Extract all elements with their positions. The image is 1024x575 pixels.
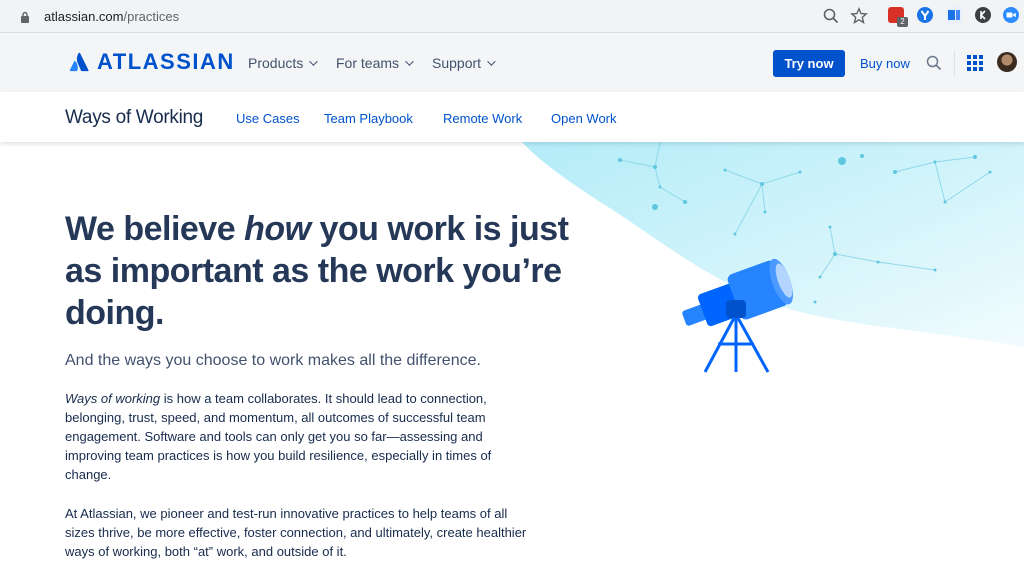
app-switcher-icon[interactable] (967, 55, 983, 71)
nav-for-teams[interactable]: For teams (336, 55, 414, 71)
hero-heading-emphasis: how (244, 210, 311, 248)
user-avatar[interactable] (997, 52, 1017, 72)
subnav-open-work[interactable]: Open Work (551, 111, 617, 126)
section-title[interactable]: Ways of Working (65, 107, 203, 129)
chevron-down-icon (309, 57, 318, 66)
zoom-icon[interactable] (822, 7, 840, 25)
mission-paragraph: At Atlassian, we pioneer and test-run in… (65, 506, 527, 559)
hero-heading-part1: We believe (65, 210, 245, 248)
browser-toolbar: atlassian.com/practices 2 (0, 0, 1024, 33)
intro-paragraph-emphasis: Ways of working (65, 391, 161, 406)
zoom-video-extension-icon[interactable] (1003, 7, 1019, 23)
bookmark-star-icon[interactable] (850, 7, 868, 25)
k-extension-icon[interactable] (975, 7, 991, 23)
hero-heading: We believe how you work is just as impor… (65, 208, 585, 334)
nav-support-label: Support (432, 55, 482, 71)
nav-products-label: Products (248, 55, 304, 71)
buy-now-link[interactable]: Buy now (860, 56, 910, 71)
nav-support[interactable]: Support (432, 55, 496, 71)
extension-badge: 2 (897, 17, 908, 27)
telescope-icon (682, 258, 794, 373)
nav-products[interactable]: Products (248, 55, 318, 71)
nav-for-teams-label: For teams (336, 55, 400, 71)
header-divider (954, 50, 955, 76)
address-bar[interactable]: atlassian.com/practices (6, 4, 876, 29)
url-path: /practices (123, 9, 180, 24)
subnav-team-playbook[interactable]: Team Playbook (324, 111, 413, 126)
atlassian-mark-icon (69, 52, 89, 72)
url-text: atlassian.com/practices (44, 9, 179, 24)
logo-text: ATLASSIAN (97, 49, 235, 74)
chevron-down-icon (405, 57, 414, 66)
chevron-down-icon (487, 57, 496, 66)
subnav-remote-work[interactable]: Remote Work (443, 111, 522, 126)
atlassian-logo[interactable]: ATLASSIAN (69, 49, 235, 74)
sky-shape (522, 142, 1024, 347)
hero-subheading: And the ways you choose to work makes al… (65, 352, 481, 369)
y-extension-icon[interactable] (917, 7, 933, 23)
subnav-use-cases[interactable]: Use Cases (236, 111, 300, 126)
bk-extension-icon[interactable] (946, 7, 962, 23)
sub-navigation: Ways of Working Use Cases Team Playbook … (0, 92, 1024, 142)
lock-icon (21, 11, 29, 23)
url-domain: atlassian.com (44, 9, 124, 24)
site-header: ATLASSIAN Products For teams Support Try… (0, 33, 1024, 92)
intro-paragraph: Ways of working is how a team collaborat… (65, 389, 535, 484)
search-icon[interactable] (926, 55, 942, 71)
try-now-button[interactable]: Try now (773, 50, 845, 77)
